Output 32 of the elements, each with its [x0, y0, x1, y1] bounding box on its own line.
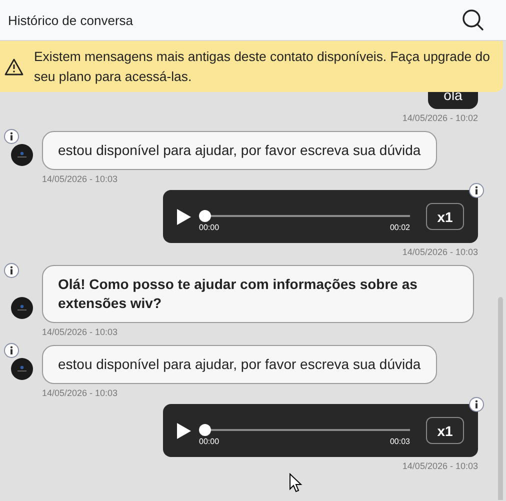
avatar-icon [11, 144, 33, 166]
message-time: 14/05/2026 - 10:03 [42, 174, 118, 184]
play-icon[interactable] [177, 208, 191, 224]
info-icon[interactable] [469, 183, 484, 198]
warning-icon [4, 58, 24, 76]
search-icon[interactable] [462, 9, 484, 31]
message-time: 14/05/2026 - 10:03 [42, 327, 118, 337]
progress-thumb[interactable] [199, 210, 211, 222]
info-icon[interactable] [469, 397, 484, 412]
play-icon[interactable] [177, 422, 191, 438]
message-bubble: estou disponível para ajudar, por favor escreva sua dúvida [42, 345, 437, 384]
speed-button[interactable]: x1 [426, 417, 464, 444]
info-icon[interactable] [4, 263, 19, 278]
current-time: 00:00 [199, 436, 220, 446]
message-time: 14/05/2026 - 10:03 [42, 388, 118, 398]
speed-button[interactable]: x1 [426, 203, 464, 230]
info-icon[interactable] [4, 343, 19, 358]
audio-duration: 00:03 [390, 436, 410, 446]
scrollbar[interactable] [498, 297, 503, 500]
info-icon[interactable] [4, 129, 19, 144]
message-bubble: Olá! Como posso te ajudar com informações sobre as extensões wiv? [42, 265, 474, 323]
mouse-pointer-icon [289, 473, 303, 493]
progress-thumb[interactable] [199, 424, 211, 436]
window-title: Histórico de conversa [8, 12, 133, 28]
current-time: 00:00 [199, 222, 220, 232]
message-time: 14/05/2026 - 10:03 [402, 461, 478, 471]
avatar-icon [11, 358, 33, 380]
message-time: 14/05/2026 - 10:03 [402, 247, 478, 257]
avatar-icon [11, 297, 33, 319]
message-bubble: estou disponível para ajudar, por favor escreva sua dúvida [42, 131, 437, 170]
audio-duration: 00:02 [390, 222, 410, 232]
message-time: 14/05/2026 - 10:02 [402, 113, 478, 123]
